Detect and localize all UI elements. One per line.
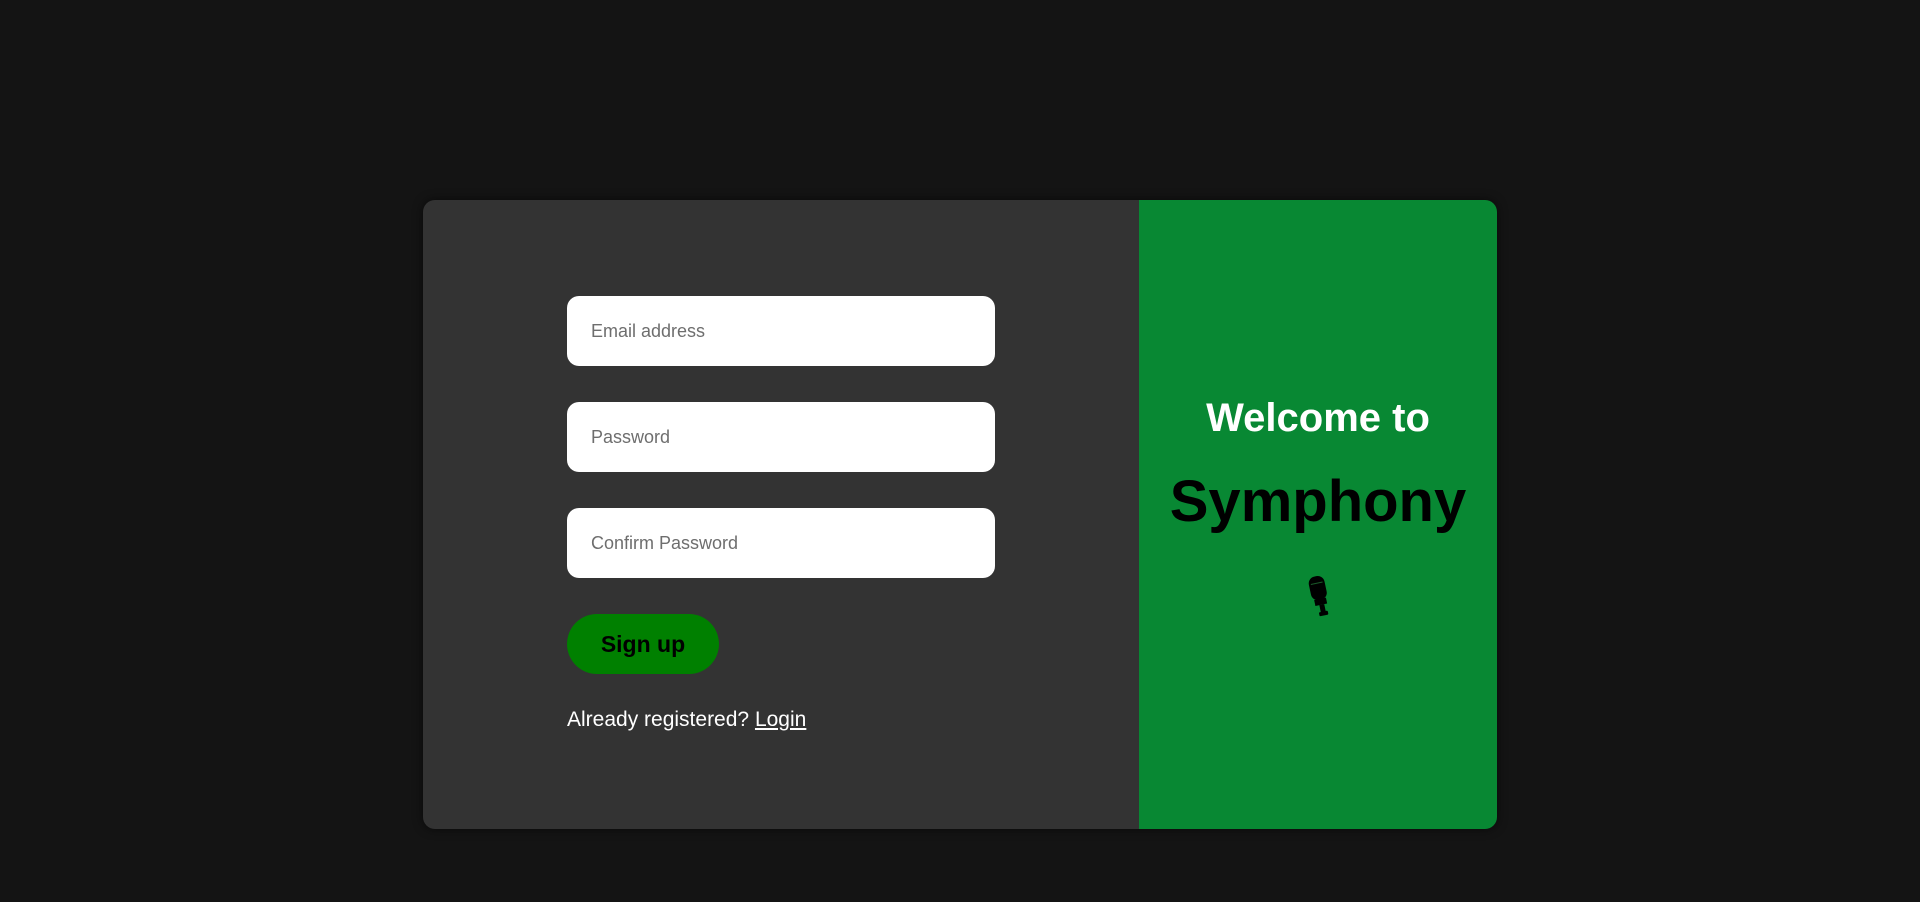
login-link[interactable]: Login — [755, 708, 806, 731]
signup-form-panel: Sign up Already registered? Login — [423, 200, 1139, 829]
welcome-heading: Welcome to — [1206, 396, 1430, 440]
signup-button[interactable]: Sign up — [567, 614, 719, 674]
microphone-icon — [1299, 574, 1339, 620]
app-name-heading: Symphony — [1169, 469, 1467, 534]
brand-panel: Welcome to Symphony — [1139, 200, 1497, 829]
password-field[interactable] — [567, 402, 995, 472]
confirm-password-field[interactable] — [567, 508, 995, 578]
login-prompt-line: Already registered? Login — [567, 708, 806, 732]
signup-card: Sign up Already registered? Login Welcom… — [423, 200, 1497, 829]
login-prompt-text: Already registered? — [567, 708, 750, 731]
email-field[interactable] — [567, 296, 995, 366]
